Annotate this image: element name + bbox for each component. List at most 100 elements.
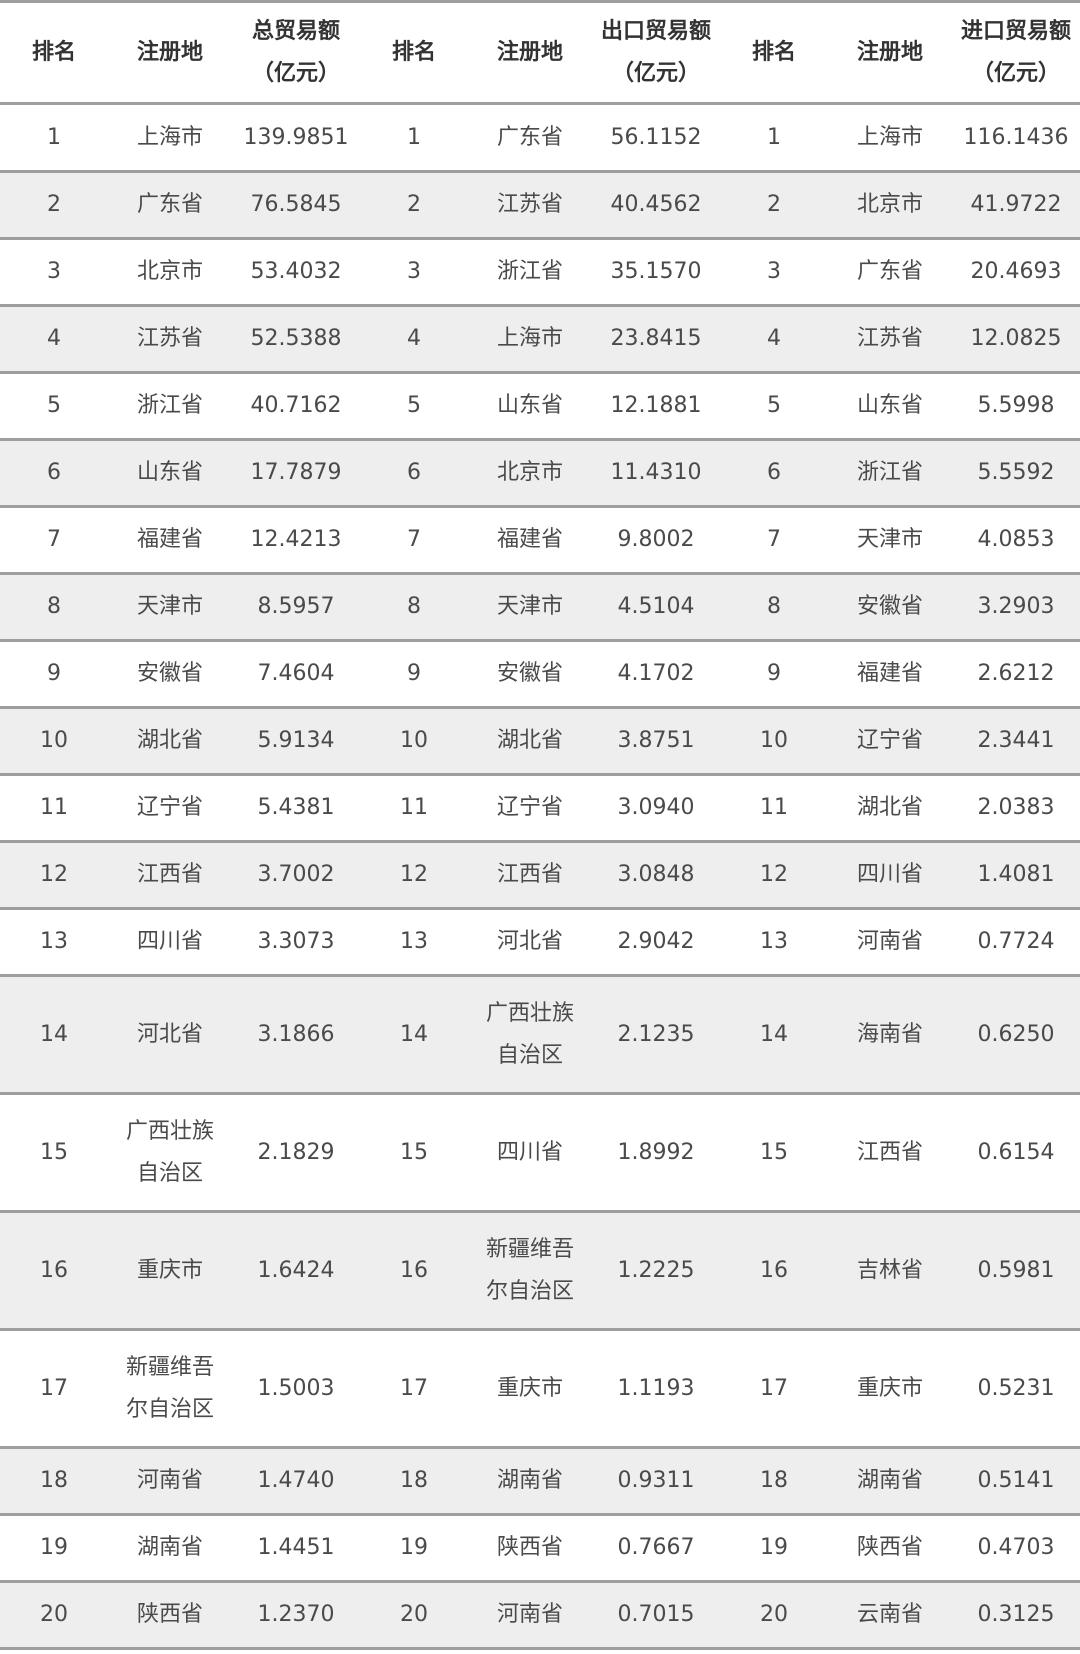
total-rank-cell: 4 xyxy=(0,305,108,374)
import-region-cell: 重庆市 xyxy=(828,1329,952,1449)
total-value-text: 76.5845 xyxy=(250,192,342,217)
total-value-cell: 1.2370 xyxy=(232,1581,360,1650)
region-name-line: 广东省 xyxy=(496,124,563,150)
region-name-line: 广东省 xyxy=(856,259,923,284)
total-rank-cell: 9 xyxy=(0,640,108,709)
import-rank-text: 11 xyxy=(760,795,788,820)
export-value-text: 4.1702 xyxy=(617,661,695,686)
region-name-line: 福建省 xyxy=(136,527,203,552)
total-rank-text: 12 xyxy=(40,862,68,887)
total-rank-text: 15 xyxy=(40,1139,68,1165)
import-region-cell: 浙江省 xyxy=(828,439,952,508)
export-rank-cell: 18 xyxy=(360,1447,468,1516)
header-total-rank: 排名 xyxy=(0,0,108,105)
export-value-cell: 0.9311 xyxy=(592,1447,720,1516)
import-region-cell: 陕西省 xyxy=(828,1514,952,1583)
total-value-text: 1.4451 xyxy=(257,1535,335,1560)
export-rank-cell: 12 xyxy=(360,841,468,910)
export-rank-cell: 6 xyxy=(360,439,468,508)
export-region-cell: 江西省 xyxy=(468,841,592,910)
table-row: 20 陕西省 1.2370 20 河南省 0.7015 20 云南省 0.3125 xyxy=(0,1581,1080,1650)
region-name-line: 浙江省 xyxy=(856,460,923,485)
region-name-line: 湖北省 xyxy=(136,728,203,753)
region-name-line: 山东省 xyxy=(136,460,203,485)
total-rank-text: 6 xyxy=(47,460,61,485)
import-rank-cell: 19 xyxy=(720,1514,828,1583)
import-value-cell: 0.5141 xyxy=(952,1447,1080,1516)
import-region-cell: 湖南省 xyxy=(828,1447,952,1516)
export-region-cell: 辽宁省 xyxy=(468,774,592,843)
header-import-region: 注册地 xyxy=(828,0,952,105)
import-rank-cell: 17 xyxy=(720,1329,828,1449)
total-rank-cell: 15 xyxy=(0,1093,108,1213)
region-name-line: 尔自治区 xyxy=(485,1278,574,1304)
export-value-cell: 2.1235 xyxy=(592,975,720,1095)
export-rank-cell: 8 xyxy=(360,573,468,642)
table-row: 11 辽宁省 5.4381 11 辽宁省 3.0940 11 湖北省 2.0383 xyxy=(0,774,1080,843)
export-rank-cell: 11 xyxy=(360,774,468,843)
total-value-cell: 3.7002 xyxy=(232,841,360,910)
region-name-line: 陕西省 xyxy=(136,1602,203,1627)
total-rank-cell: 20 xyxy=(0,1581,108,1650)
region-name-line: 湖北省 xyxy=(496,728,563,753)
export-value-text: 2.9042 xyxy=(617,929,695,954)
total-region-cell: 浙江省 xyxy=(108,372,232,441)
table-body: 1 上海市 139.9851 1 广东省 56.1152 1 上海市 116.1436 2 广东省 7… xyxy=(0,103,1080,1650)
import-value-cell: 0.5981 xyxy=(952,1211,1080,1331)
import-rank-text: 12 xyxy=(760,862,788,887)
region-name-line: 上海市 xyxy=(496,326,563,351)
total-region-cell: 福建省 xyxy=(108,506,232,575)
export-value-cell: 0.7015 xyxy=(592,1581,720,1650)
region-name-line: 新疆维吾 xyxy=(485,1236,574,1262)
import-rank-cell: 14 xyxy=(720,975,828,1095)
total-region-cell: 辽宁省 xyxy=(108,774,232,843)
total-rank-cell: 18 xyxy=(0,1447,108,1516)
import-rank-cell: 4 xyxy=(720,305,828,374)
table-row: 12 江西省 3.7002 12 江西省 3.0848 12 四川省 1.4081 xyxy=(0,841,1080,910)
total-region-cell: 上海市 xyxy=(108,103,232,173)
total-rank-cell: 5 xyxy=(0,372,108,441)
total-rank-text: 18 xyxy=(40,1468,68,1493)
region-name-line: 上海市 xyxy=(856,124,923,150)
export-region-cell: 北京市 xyxy=(468,439,592,508)
export-rank-cell: 2 xyxy=(360,171,468,240)
export-value-text: 12.1881 xyxy=(610,393,702,418)
export-value-cell: 40.4562 xyxy=(592,171,720,240)
import-rank-text: 8 xyxy=(767,594,781,619)
export-rank-text: 9 xyxy=(407,661,421,686)
import-rank-cell: 15 xyxy=(720,1093,828,1213)
region-name-line: 山东省 xyxy=(496,393,563,418)
total-value-text: 53.4032 xyxy=(250,259,342,284)
export-value-cell: 3.0848 xyxy=(592,841,720,910)
export-region-cell: 浙江省 xyxy=(468,238,592,307)
region-name-line: 江苏省 xyxy=(136,326,203,351)
import-rank-text: 16 xyxy=(760,1257,788,1283)
import-value-cell: 0.7724 xyxy=(952,908,1080,977)
export-region-cell: 上海市 xyxy=(468,305,592,374)
export-value-text: 1.1193 xyxy=(617,1375,695,1401)
export-rank-text: 1 xyxy=(407,124,421,150)
total-value-cell: 76.5845 xyxy=(232,171,360,240)
import-region-cell: 安徽省 xyxy=(828,573,952,642)
table-row: 13 四川省 3.3073 13 河北省 2.9042 13 河南省 0.7724 xyxy=(0,908,1080,977)
import-rank-text: 6 xyxy=(767,460,781,485)
table-row: 4 江苏省 52.5388 4 上海市 23.8415 4 江苏省 12.0825 xyxy=(0,305,1080,374)
region-name-line: 河南省 xyxy=(496,1602,563,1627)
import-rank-cell: 2 xyxy=(720,171,828,240)
import-value-cell: 0.3125 xyxy=(952,1581,1080,1650)
import-rank-cell: 11 xyxy=(720,774,828,843)
total-region-cell: 广东省 xyxy=(108,171,232,240)
total-rank-text: 1 xyxy=(47,124,61,150)
export-region-cell: 四川省 xyxy=(468,1093,592,1213)
export-rank-cell: 16 xyxy=(360,1211,468,1331)
table-row: 15 广西壮族 自治区 2.1829 15 四川省 1.8992 15 江西省 0.6154 xyxy=(0,1093,1080,1213)
import-rank-text: 18 xyxy=(760,1468,788,1493)
header-total-region: 注册地 xyxy=(108,0,232,105)
total-value-cell: 1.5003 xyxy=(232,1329,360,1449)
total-value-text: 40.7162 xyxy=(250,393,342,418)
region-name-line: 四川省 xyxy=(136,929,203,954)
export-rank-text: 5 xyxy=(407,393,421,418)
total-value-cell: 5.4381 xyxy=(232,774,360,843)
region-name-line: 广西壮族 xyxy=(125,1118,214,1144)
region-name-line: 四川省 xyxy=(496,1139,563,1165)
